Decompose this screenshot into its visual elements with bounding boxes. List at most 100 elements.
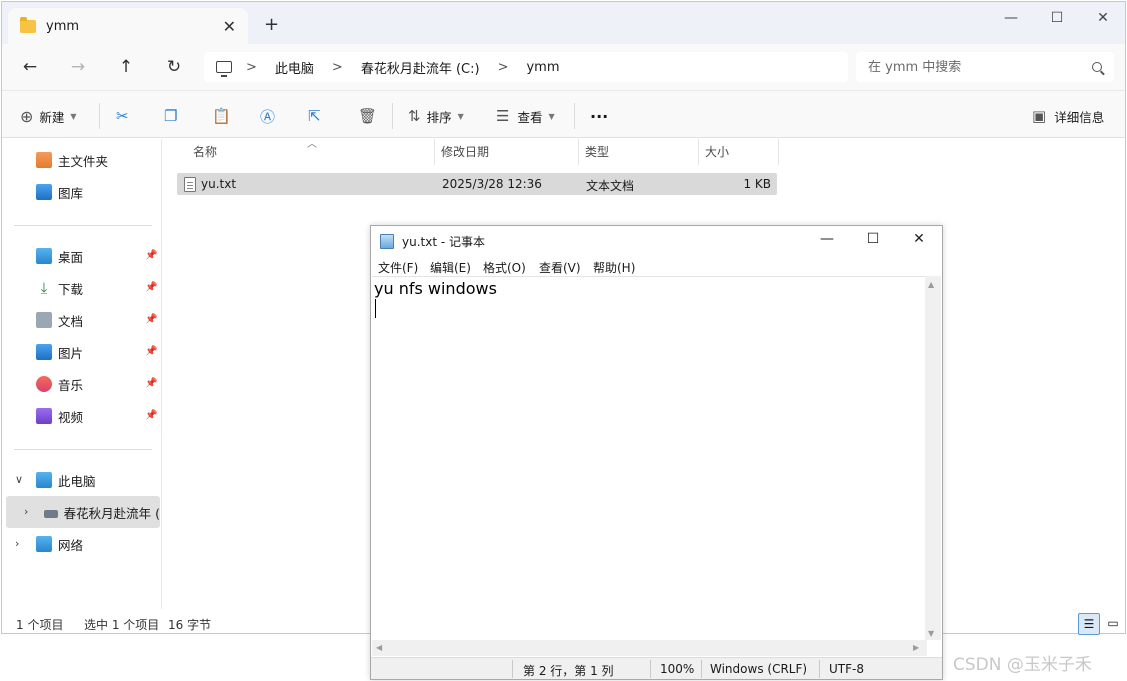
- maximize-button[interactable]: ☐: [1042, 10, 1072, 32]
- search-box[interactable]: [856, 52, 1114, 82]
- sidebar-item-desktop[interactable]: 桌面: [36, 246, 83, 266]
- delete-icon[interactable]: 🗑: [358, 103, 377, 129]
- sidebar-item-downloads[interactable]: ⤓ 下载: [36, 278, 83, 298]
- scroll-down-icon[interactable]: ▼: [928, 629, 934, 638]
- address-bar[interactable]: > 此电脑 > 春花秋月赴流年 (C:) > ymm: [204, 52, 848, 82]
- column-header-size[interactable]: 大小: [699, 139, 779, 165]
- paste-icon[interactable]: 📋: [212, 103, 231, 129]
- up-button[interactable]: ↑: [112, 54, 140, 80]
- breadcrumb-this-pc[interactable]: 此电脑: [275, 58, 314, 77]
- pin-icon: 📌: [145, 250, 158, 261]
- share-icon[interactable]: ⇱: [308, 103, 321, 129]
- horizontal-scrollbar[interactable]: ◀ ▶: [372, 640, 927, 656]
- menu-file[interactable]: 文件(F): [378, 259, 418, 276]
- sidebar-item-label: 视频: [58, 409, 84, 425]
- file-row-yu-txt[interactable]: yu.txt 2025/3/28 12:36 文本文档 1 KB: [177, 173, 777, 195]
- vertical-scrollbar[interactable]: ▲ ▼: [925, 276, 941, 640]
- pin-icon: 📌: [145, 314, 158, 325]
- details-label: 详细信息: [1054, 109, 1105, 125]
- back-button[interactable]: ←: [16, 54, 44, 80]
- sort-icon: ⇅: [408, 107, 421, 125]
- column-header-type[interactable]: 类型: [579, 139, 699, 165]
- scroll-up-icon[interactable]: ▲: [928, 280, 934, 289]
- forward-button[interactable]: →: [64, 54, 92, 80]
- minimize-button[interactable]: —: [996, 10, 1026, 32]
- details-pane-button[interactable]: ▣ 详细信息: [1032, 103, 1104, 129]
- menu-help[interactable]: 帮助(H): [593, 259, 635, 276]
- column-header-name[interactable]: 名称: [187, 139, 435, 165]
- sidebar-item-gallery[interactable]: 图库: [36, 182, 83, 202]
- chevron-down-icon[interactable]: ∨: [15, 473, 23, 486]
- tiles-view-icon[interactable]: ▭: [1102, 613, 1124, 635]
- pictures-icon: [36, 344, 52, 360]
- chevron-right-icon[interactable]: ›: [24, 505, 28, 518]
- selected-count: 选中 1 个项目: [84, 618, 160, 632]
- sidebar-item-drive[interactable]: 春花秋月赴流年 (: [44, 502, 160, 522]
- menu-format[interactable]: 格式(O): [483, 259, 526, 276]
- command-bar: ⊕ 新建 ▼ ✂ ❐ 📋 Ⓐ ⇱ 🗑 ⇅ 排序 ▼ ☰ 查看 ▼ ··· ▣ 详…: [2, 90, 1125, 138]
- pin-icon: 📌: [145, 282, 158, 293]
- tab-ymm[interactable]: ymm ✕: [8, 8, 248, 44]
- details-view-icon[interactable]: ☰: [1078, 613, 1100, 635]
- download-icon: ⤓: [40, 279, 48, 297]
- tab-close-icon[interactable]: ✕: [223, 17, 236, 36]
- chevron-right-icon: >: [246, 59, 257, 75]
- item-count: 1 个项目: [16, 618, 64, 632]
- new-button[interactable]: ⊕ 新建 ▼: [20, 103, 77, 129]
- pin-icon: 📌: [145, 378, 158, 389]
- navigation-pane: 主文件夹 图库 桌面 📌 ⤓ 下载 📌 文档 📌 图片 📌 音乐 📌 视频 📌 …: [2, 139, 162, 609]
- menu-edit[interactable]: 编辑(E): [430, 259, 471, 276]
- notepad-minimize-button[interactable]: —: [814, 231, 840, 251]
- copy-icon[interactable]: ❐: [164, 103, 177, 129]
- rename-icon[interactable]: Ⓐ: [260, 103, 275, 129]
- new-tab-button[interactable]: +: [264, 14, 279, 35]
- chevron-down-icon: ▼: [548, 111, 555, 121]
- chevron-right-icon: >: [331, 59, 343, 75]
- chevron-down-icon: ▼: [457, 111, 464, 121]
- explorer-titlebar: ymm ✕ + — ☐ ✕: [2, 2, 1125, 44]
- plus-circle-icon: ⊕: [20, 106, 34, 126]
- notepad-close-button[interactable]: ✕: [906, 231, 932, 251]
- view-button[interactable]: ☰ 查看 ▼: [496, 103, 555, 129]
- sidebar-item-label: 主文件夹: [58, 153, 109, 169]
- scroll-left-icon[interactable]: ◀: [376, 643, 382, 652]
- sidebar-item-music[interactable]: 音乐: [36, 374, 83, 394]
- chevron-right-icon: >: [497, 59, 509, 75]
- sort-button[interactable]: ⇅ 排序 ▼: [408, 103, 464, 129]
- column-header-modified[interactable]: 修改日期: [435, 139, 579, 165]
- this-pc-icon: [36, 472, 52, 488]
- text-caret: [375, 299, 376, 318]
- network-icon: [36, 536, 52, 552]
- breadcrumb-drive[interactable]: 春花秋月赴流年 (C:): [361, 58, 480, 77]
- sidebar-item-home[interactable]: 主文件夹: [36, 150, 108, 170]
- sidebar-item-label: 下载: [58, 281, 84, 297]
- search-input[interactable]: [868, 59, 1092, 75]
- notepad-titlebar: yu.txt - 记事本 — ☐ ✕: [371, 226, 942, 256]
- breadcrumb-ymm[interactable]: ymm: [526, 60, 559, 75]
- cut-icon[interactable]: ✂: [116, 103, 129, 129]
- refresh-button[interactable]: ↻: [160, 54, 188, 80]
- sidebar-item-network[interactable]: 网络: [36, 534, 83, 554]
- more-options-button[interactable]: ···: [590, 103, 608, 129]
- notepad-title: yu.txt - 记事本: [402, 234, 485, 249]
- file-size: 1 KB: [743, 177, 771, 191]
- sort-label: 排序: [426, 109, 452, 125]
- file-modified: 2025/3/28 12:36: [442, 177, 542, 191]
- desktop-screen: ymm ✕ + — ☐ ✕ ← → ↑ ↻ > 此电脑 > 春花秋月赴流年 (C…: [0, 0, 1127, 681]
- sidebar-item-videos[interactable]: 视频: [36, 406, 83, 426]
- menu-view[interactable]: 查看(V): [539, 259, 581, 276]
- sidebar-item-documents[interactable]: 文档: [36, 310, 83, 330]
- notepad-content: yu nfs windows: [374, 279, 497, 298]
- sidebar-item-this-pc[interactable]: 此电脑: [36, 470, 96, 490]
- scroll-right-icon[interactable]: ▶: [913, 643, 919, 652]
- notepad-text-area[interactable]: yu nfs windows: [372, 276, 927, 665]
- close-button[interactable]: ✕: [1088, 10, 1118, 32]
- selected-size: 16 字节: [168, 618, 212, 632]
- zoom-level: 100%: [660, 662, 695, 676]
- chevron-right-icon[interactable]: ›: [15, 537, 19, 550]
- sidebar-item-pictures[interactable]: 图片: [36, 342, 83, 362]
- notepad-maximize-button[interactable]: ☐: [860, 231, 886, 251]
- computer-icon: [216, 61, 232, 77]
- navigation-bar: ← → ↑ ↻ > 此电脑 > 春花秋月赴流年 (C:) > ymm: [2, 44, 1125, 90]
- sidebar-item-label: 此电脑: [58, 473, 96, 489]
